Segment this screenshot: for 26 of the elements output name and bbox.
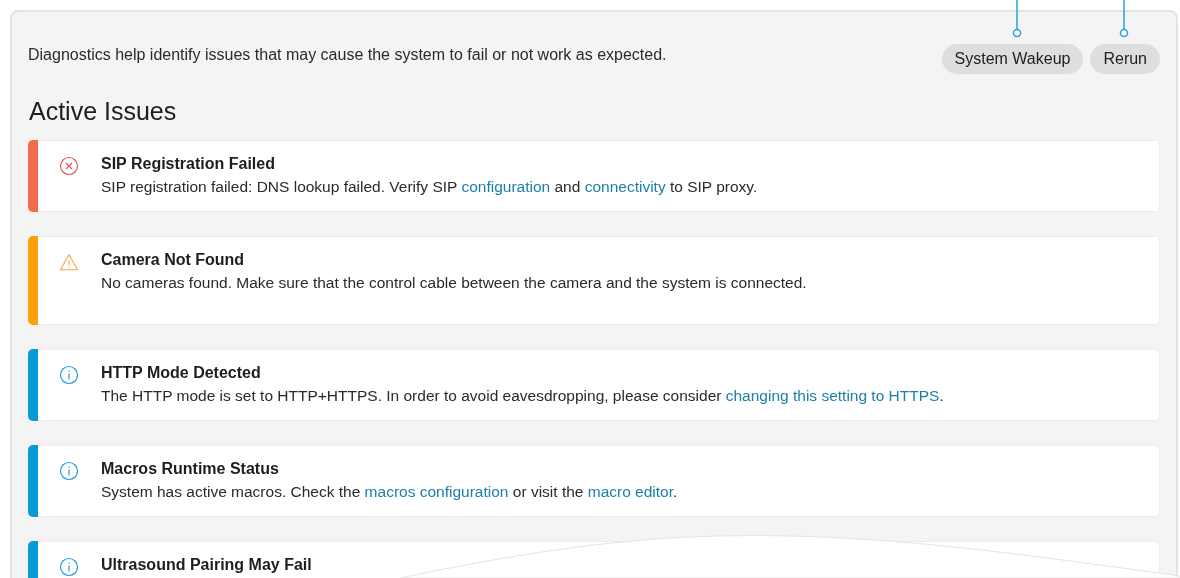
- issue-description: The HTTP mode is set to HTTP+HTTPS. In order to avoid eavesdropping, please consider changing this setting to HTTPS.: [101, 387, 944, 406]
- issue-title: Macros Runtime Status: [101, 459, 280, 479]
- info-icon: [59, 557, 79, 577]
- link[interactable]: changing this setting to HTTPS: [725, 387, 940, 405]
- issue-title: HTTP Mode Detected: [101, 363, 262, 383]
- severity-bar: [28, 445, 38, 517]
- link[interactable]: configuration: [461, 178, 551, 196]
- issue-description: SIP registration failed: DNS lookup failed. Verify SIP configuration and connectivity to SIP proxy.: [101, 178, 758, 197]
- issue-title: Ultrasound Pairing May Fail: [101, 555, 312, 575]
- severity-bar: [28, 349, 38, 421]
- issue-description: System has active macros. Check the macros configuration or visit the macro editor.: [101, 483, 678, 502]
- info-icon: [59, 461, 79, 481]
- issue-title: SIP Registration Failed: [101, 154, 276, 174]
- issue-description: No cameras found. Make sure that the control cable between the camera and the system is connected.: [101, 274, 807, 293]
- warning-icon: [59, 252, 79, 272]
- intro-text: Diagnostics help identify issues that may cause the system to fail or not work as expected.: [28, 46, 667, 65]
- link[interactable]: connectivity: [584, 178, 666, 196]
- link[interactable]: macros configuration: [364, 483, 509, 501]
- action-button[interactable]: Rerun: [1090, 44, 1160, 74]
- info-icon: [59, 365, 79, 385]
- issue-title: Camera Not Found: [101, 250, 246, 270]
- link[interactable]: macro editor: [587, 483, 674, 501]
- section-title: Active Issues: [29, 96, 178, 126]
- error-icon: [59, 156, 79, 176]
- action-button[interactable]: System Wakeup: [941, 44, 1084, 74]
- severity-bar: [28, 140, 38, 212]
